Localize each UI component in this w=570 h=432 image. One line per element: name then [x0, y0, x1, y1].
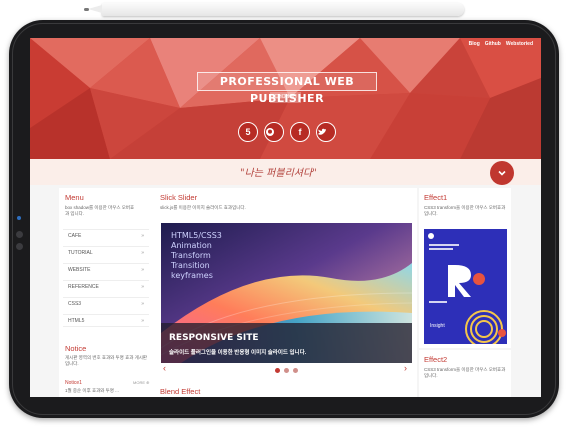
site-title: PROFESSIONAL WEB PUBLISHER — [197, 72, 377, 105]
notice-title: Notice — [65, 344, 87, 353]
caption-text: 슬라이드 플러그인을 이용한 반응형 이미지 슬라이드 입니다. — [169, 350, 307, 356]
effect1-panel: Effect1 CSS3 transform을 이용한 마우스 오버효과입니다.… — [419, 188, 511, 348]
menu-panel: Menu box shadow를 이용한 마우스 오버효과 입니다. CAFE »… — [59, 188, 154, 343]
nav-link-webstoried[interactable]: Webstoried — [506, 41, 533, 47]
slider-desc: slick.js를 이용한 이미지 슬라이드 효과입니다. — [160, 205, 246, 210]
slider-next-button[interactable]: › — [404, 363, 407, 373]
slider-dot[interactable] — [284, 368, 289, 373]
notice-item-title[interactable]: Notice1 — [65, 380, 82, 386]
chevron-right-icon: » — [141, 250, 144, 256]
menu-item-label: HTML5 — [68, 318, 85, 324]
top-nav: Blog Github Webstoried — [469, 41, 533, 47]
camera-icon — [17, 216, 21, 220]
nav-link-github[interactable]: Github — [485, 41, 501, 47]
menu-item-label: TUTORIAL — [68, 250, 93, 256]
more-button[interactable]: MORE ⊕ — [133, 380, 149, 385]
slide-line: keyframes — [171, 271, 213, 280]
html5-icon[interactable]: 5 — [238, 122, 258, 142]
slide-line: HTML5/CSS3 — [171, 231, 222, 240]
notice-item-text: 1월 중순 이후 효과와 투명 ... — [65, 388, 119, 393]
effect2-title: Effect2 — [424, 355, 448, 364]
facebook-icon[interactable]: f — [290, 122, 310, 142]
svg-text:Insight: Insight — [430, 323, 445, 329]
website-screen: Blog Github Webstoried PROFESSIONAL WEB … — [30, 38, 541, 397]
chevron-right-icon: » — [141, 233, 144, 239]
poster-artwork: Insight — [428, 233, 506, 344]
menu-item-html5[interactable]: HTML5 » — [63, 314, 149, 327]
scroll-down-button[interactable] — [490, 161, 514, 185]
menu-item-label: WEBSITE — [68, 267, 91, 273]
menu-desc: box shadow를 이용한 마우스 오버효과 입니다. — [65, 205, 135, 216]
github-icon[interactable] — [264, 122, 284, 142]
slide-line: Transform — [171, 251, 211, 260]
twitter-icon[interactable] — [316, 122, 336, 142]
slider-title: Slick Slider — [160, 193, 198, 202]
hero-banner: Blog Github Webstoried PROFESSIONAL WEB … — [30, 38, 541, 159]
slide-line: Animation — [171, 241, 212, 250]
chevron-right-icon: » — [141, 301, 144, 307]
side-button — [16, 243, 23, 250]
menu-list: CAFE » TUTORIAL » WEBSITE » REFERENCE » CSS3… — [63, 229, 149, 339]
site-subtitle: CHOHOH — [270, 92, 301, 103]
effect1-image[interactable]: Insight — [424, 229, 507, 344]
slide-line: Transition — [171, 261, 210, 270]
menu-item-tutorial[interactable]: TUTORIAL » — [63, 246, 149, 259]
slider-prev-button[interactable]: ‹ — [163, 363, 166, 373]
menu-item-label: CAFE — [68, 233, 82, 239]
chevron-right-icon: » — [141, 267, 144, 273]
apple-pencil — [84, 3, 464, 16]
slider-dot[interactable] — [293, 368, 298, 373]
effect1-desc: CSS3 transform을 이용한 마우스 오버효과입니다. — [424, 205, 506, 216]
menu-item-label: CSS3 — [68, 301, 82, 307]
slide-text-lines: HTML5/CSS3 Animation Transform Transitio… — [171, 231, 222, 281]
slide-image[interactable]: HTML5/CSS3 Animation Transform Transitio… — [161, 223, 412, 363]
menu-item-css3[interactable]: CSS3 » — [63, 297, 149, 310]
menu-item-reference[interactable]: REFERENCE » — [63, 280, 149, 293]
menu-item-website[interactable]: WEBSITE » — [63, 263, 149, 276]
slider-dot-active[interactable] — [275, 368, 280, 373]
side-button — [16, 231, 23, 238]
slide-caption: RESPONSIVE SITE 슬라이드 플러그인을 이용한 반응형 이미지 슬… — [161, 323, 412, 363]
quote-text: "나는 퍼블리셔다" — [240, 168, 317, 179]
menu-item-label: REFERENCE — [68, 284, 99, 290]
menu-title: Menu — [65, 193, 84, 202]
notice-desc: 게시판 영역의 번호 효과와 투명 효과 게시판입니다. — [65, 355, 148, 366]
effect2-desc: CSS3 transform을 이용한 마우스 오버효과입니다. — [424, 367, 506, 378]
menu-item-cafe[interactable]: CAFE » — [63, 229, 149, 242]
notice-panel: Notice 게시판 영역의 번호 효과와 투명 효과 게시판입니다. Noti… — [59, 339, 154, 397]
effect1-title: Effect1 — [424, 193, 448, 202]
blend-title: Blend Effect — [160, 387, 201, 396]
chevron-right-icon: » — [141, 318, 144, 324]
nav-link-blog[interactable]: Blog — [469, 41, 480, 47]
effect2-panel: Effect2 CSS3 transform을 이용한 마우스 오버효과입니다. — [419, 350, 511, 397]
chevron-down-icon — [498, 170, 506, 176]
caption-title: RESPONSIVE SITE — [169, 333, 259, 343]
blend-panel: Blend Effect — [154, 385, 417, 397]
chevron-right-icon: » — [141, 284, 144, 290]
